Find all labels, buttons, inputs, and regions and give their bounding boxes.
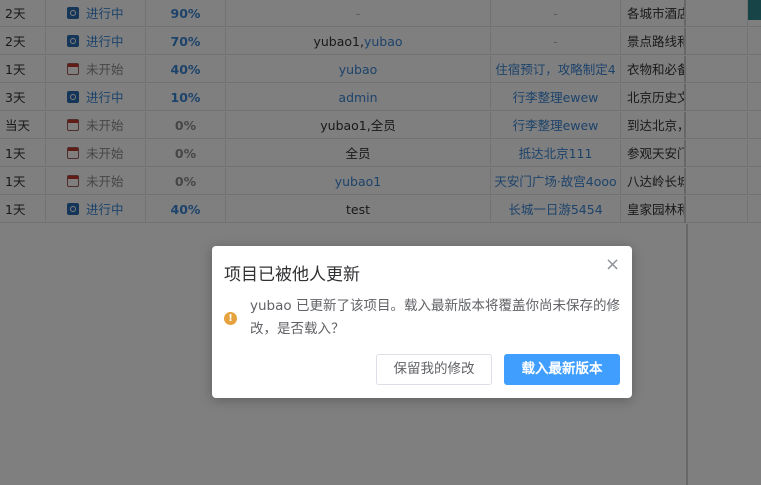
keep-changes-button[interactable]: 保留我的修改 — [376, 354, 492, 385]
load-latest-button[interactable]: 载入最新版本 — [504, 354, 620, 385]
modal-overlay[interactable] — [0, 0, 761, 485]
warning-icon: ! — [224, 312, 237, 325]
close-icon[interactable]: × — [605, 256, 620, 274]
dialog-message: yubao 已更新了该项目。载入最新版本将覆盖你尚未保存的修改，是否载入？ — [250, 298, 620, 337]
dialog-title: 项目已被他人更新 — [224, 265, 360, 285]
update-conflict-dialog: 项目已被他人更新 × ! yubao 已更新了该项目。载入最新版本将覆盖你尚未保… — [212, 246, 632, 398]
